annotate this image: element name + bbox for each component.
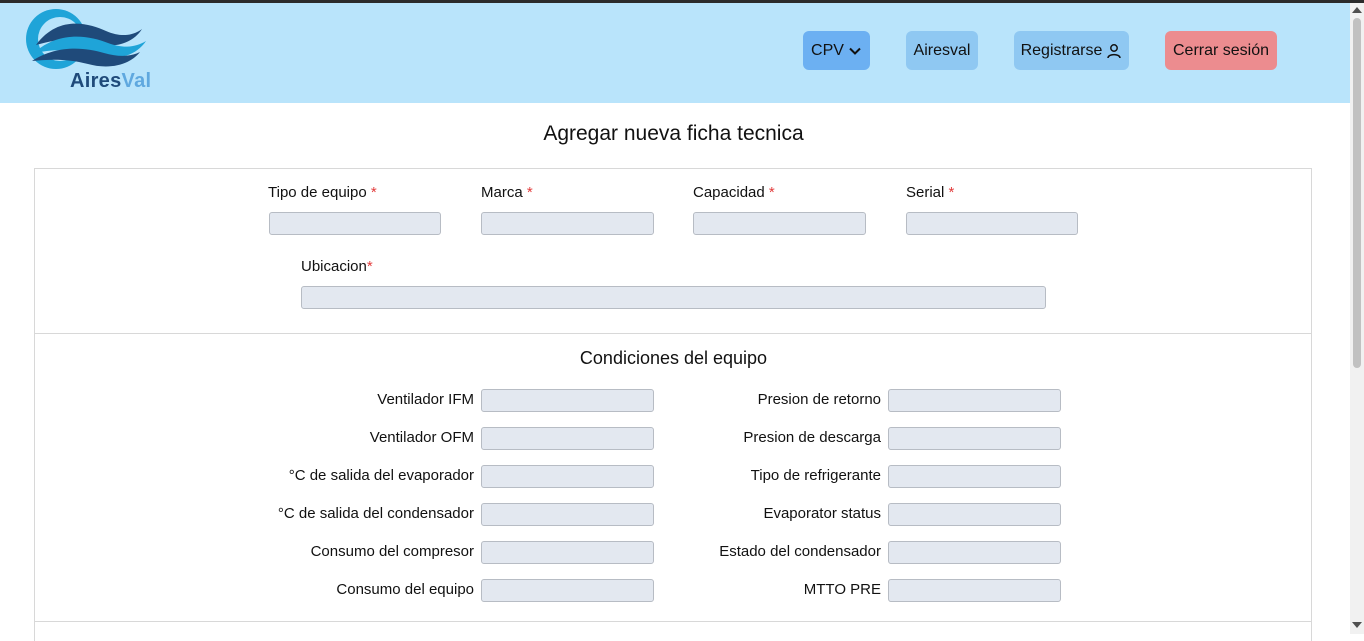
equipment-info-panel [34, 168, 1312, 334]
ubicacion-label: Ubicacion* [301, 258, 373, 275]
tipo-equipo-text: Tipo de equipo [268, 184, 367, 201]
marca-text: Marca [481, 184, 523, 201]
register-button[interactable]: Registrarse [1014, 31, 1129, 70]
tipo-equipo-input[interactable] [269, 212, 441, 235]
mtto-pre-label: MTTO PRE [803, 581, 881, 598]
serial-text: Serial [906, 184, 945, 201]
scroll-up-arrow-icon[interactable] [1352, 7, 1362, 13]
logout-button[interactable]: Cerrar sesión [1165, 31, 1277, 70]
tipo-equipo-label: Tipo de equipo * [268, 184, 377, 201]
evaporator-outlet-temp-label: °C de salida del evaporador [288, 467, 474, 484]
refrigerant-type-input[interactable] [888, 465, 1061, 488]
serial-input[interactable] [906, 212, 1078, 235]
evaporator-status-input[interactable] [888, 503, 1061, 526]
evaporator-outlet-temp-input[interactable] [481, 465, 654, 488]
airesval-button[interactable]: Airesval [906, 31, 978, 70]
page-title: Agregar nueva ficha tecnica [543, 122, 804, 145]
capacidad-text: Capacidad [693, 184, 765, 201]
scroll-down-arrow-icon[interactable] [1352, 622, 1362, 628]
capacidad-label: Capacidad * [693, 184, 775, 201]
next-panel [34, 621, 1312, 641]
navbar: AiresVal CPV Airesval Registrarse Cerrar… [0, 3, 1350, 103]
condenser-status-input[interactable] [888, 541, 1061, 564]
cpv-label: CPV [811, 41, 844, 59]
ubicacion-text: Ubicacion [301, 258, 367, 275]
scrollbar-thumb[interactable] [1353, 18, 1361, 368]
serial-label: Serial * [906, 184, 954, 201]
compressor-consumption-label: Consumo del compresor [310, 543, 474, 560]
equipment-consumption-input[interactable] [481, 579, 654, 602]
chevron-down-icon [849, 47, 861, 55]
required-mark: * [370, 184, 377, 201]
capacidad-input[interactable] [693, 212, 866, 235]
return-pressure-input[interactable] [888, 389, 1061, 412]
brand-name[interactable]: AiresVal [70, 70, 151, 93]
condenser-outlet-temp-input[interactable] [481, 503, 654, 526]
logout-label: Cerrar sesión [1172, 41, 1270, 59]
user-icon [1107, 43, 1122, 58]
ventilador-ifm-label: Ventilador IFM [377, 391, 474, 408]
required-mark: * [526, 184, 533, 201]
brand-name-part1: Aires [70, 70, 122, 92]
ventilador-ifm-input[interactable] [481, 389, 654, 412]
conditions-title: Condiciones del equipo [579, 348, 768, 368]
required-mark: * [768, 184, 775, 201]
marca-input[interactable] [481, 212, 654, 235]
evaporator-status-label: Evaporator status [763, 505, 881, 522]
required-mark: * [948, 184, 955, 201]
register-label: Registrarse [1020, 41, 1103, 59]
ventilador-ofm-input[interactable] [481, 427, 654, 450]
equipment-consumption-label: Consumo del equipo [336, 581, 474, 598]
cpv-dropdown-button[interactable]: CPV [803, 31, 870, 70]
brand-name-part2: Val [121, 70, 152, 92]
refrigerant-type-label: Tipo de refrigerante [750, 467, 881, 484]
return-pressure-label: Presion de retorno [757, 391, 881, 408]
discharge-pressure-label: Presion de descarga [743, 429, 881, 446]
discharge-pressure-input[interactable] [888, 427, 1061, 450]
condenser-status-label: Estado del condensador [719, 543, 881, 560]
mtto-pre-input[interactable] [888, 579, 1061, 602]
required-mark: * [366, 258, 373, 275]
ventilador-ofm-label: Ventilador OFM [369, 429, 474, 446]
condenser-outlet-temp-label: °C de salida del condensador [277, 505, 474, 522]
ubicacion-input[interactable] [301, 286, 1046, 309]
compressor-consumption-input[interactable] [481, 541, 654, 564]
marca-label: Marca * [481, 184, 533, 201]
airesval-label: Airesval [913, 41, 971, 59]
